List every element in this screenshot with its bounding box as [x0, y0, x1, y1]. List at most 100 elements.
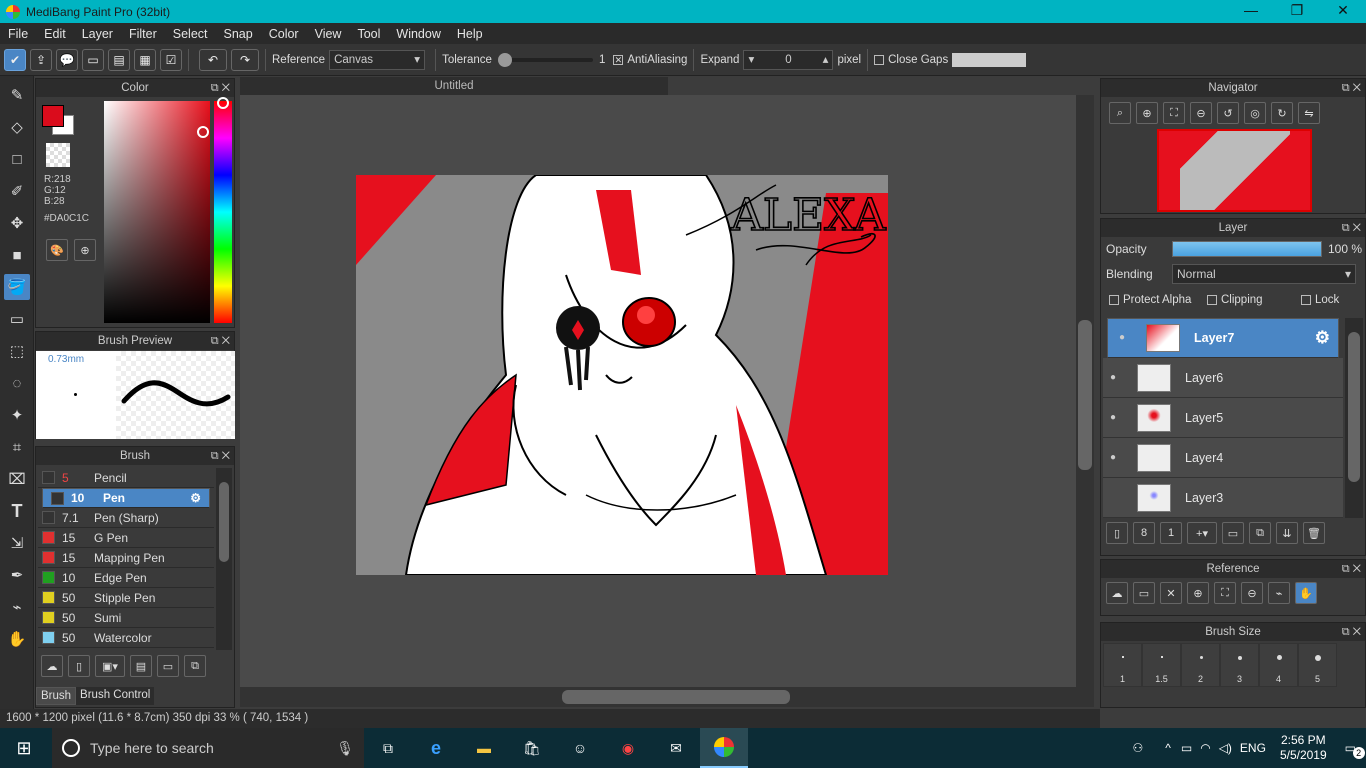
add-brush-icon[interactable]: ▣▾: [95, 655, 125, 677]
edge-icon[interactable]: e: [412, 738, 460, 759]
chrome-icon[interactable]: ◉: [604, 740, 652, 757]
chevron-up-icon[interactable]: ▴: [823, 51, 829, 69]
wifi-icon[interactable]: ◠: [1200, 741, 1210, 755]
language-indicator[interactable]: ENG: [1240, 741, 1266, 755]
menu-color[interactable]: Color: [261, 27, 307, 41]
new-brush-icon[interactable]: ▯: [68, 655, 90, 677]
detach-close-icon[interactable]: ⧉ ✕: [1342, 560, 1361, 578]
visibility-icon[interactable]: ●: [1103, 372, 1123, 383]
expand-spinner[interactable]: ▾ 0 ▴: [743, 49, 834, 70]
scroll-thumb[interactable]: [1078, 320, 1092, 470]
duplicate-icon[interactable]: ⧉: [184, 655, 206, 677]
lock-checkbox[interactable]: [1301, 295, 1311, 305]
close-button[interactable]: ✕: [1320, 0, 1366, 23]
new-8bit-layer-icon[interactable]: 8: [1133, 522, 1155, 544]
redo-icon[interactable]: ↷: [231, 48, 259, 71]
detach-close-icon[interactable]: ⧉ ✕: [1342, 79, 1361, 97]
fit-window-icon[interactable]: ⛶: [1163, 102, 1185, 124]
magic-wand-icon[interactable]: ✦: [4, 402, 30, 428]
menu-help[interactable]: Help: [449, 27, 491, 41]
close-gaps-slider[interactable]: [952, 52, 1027, 67]
folder-icon[interactable]: ▭: [157, 655, 179, 677]
rotate-left-icon[interactable]: ↺: [1217, 102, 1239, 124]
select-pen-icon[interactable]: ⌗: [4, 434, 30, 460]
foreground-color-swatch[interactable]: [42, 105, 64, 127]
edit-list-icon[interactable]: ☑: [160, 48, 182, 71]
comment-icon[interactable]: 💬: [56, 48, 78, 71]
brush-properties-icon[interactable]: ▤: [130, 655, 152, 677]
fill-rect-tool-icon[interactable]: ■: [4, 242, 30, 268]
medibang-taskbar-icon[interactable]: [700, 728, 748, 768]
pages-icon[interactable]: ▦: [134, 48, 156, 71]
operation-tool-icon[interactable]: ⇲: [4, 530, 30, 556]
cloud-brush-icon[interactable]: ☁: [41, 655, 63, 677]
layer-item[interactable]: ● Layer4: [1103, 438, 1343, 478]
close-gaps-checkbox[interactable]: [874, 54, 885, 65]
notifications-icon[interactable]: ▭ 2: [1345, 741, 1365, 759]
gear-icon[interactable]: ⚙: [190, 489, 201, 507]
file-explorer-icon[interactable]: ▬: [460, 740, 508, 756]
layer-item[interactable]: ● Layer7 ⚙: [1107, 318, 1339, 358]
zoom-out-icon[interactable]: ⊖: [1190, 102, 1212, 124]
canvas-horizontal-scrollbar[interactable]: [240, 687, 1094, 707]
saturation-value-picker[interactable]: [104, 101, 210, 323]
menu-file[interactable]: File: [0, 27, 36, 41]
duplicate-layer-icon[interactable]: ⧉: [1249, 522, 1271, 544]
brush-item-g-pen[interactable]: 15 G Pen: [38, 528, 214, 548]
folder-open-icon[interactable]: ▭: [1133, 582, 1155, 604]
brush-item-pen[interactable]: 10 Pen ⚙: [42, 488, 210, 508]
brush-tool-icon[interactable]: ✎: [4, 82, 30, 108]
text-tool-icon[interactable]: T: [4, 498, 30, 524]
chevron-down-icon[interactable]: ▾: [748, 51, 754, 69]
new-layer-icon[interactable]: ▯: [1106, 522, 1128, 544]
merge-layer-icon[interactable]: ⇊: [1276, 522, 1298, 544]
brush-size-cell[interactable]: 1.5: [1142, 643, 1181, 687]
divide-tool-icon[interactable]: ✒: [4, 562, 30, 588]
scroll-thumb[interactable]: [562, 690, 790, 704]
transparent-color-swatch[interactable]: [46, 143, 70, 167]
mail-icon[interactable]: ✉: [652, 740, 700, 757]
bucket-tool-icon[interactable]: 🪣: [4, 274, 30, 300]
document-tab[interactable]: Untitled: [240, 77, 668, 95]
brush-size-cell[interactable]: 3: [1220, 643, 1259, 687]
slider-knob[interactable]: [497, 52, 512, 67]
detach-close-icon[interactable]: ⧉ ✕: [1342, 623, 1361, 641]
people-icon[interactable]: ⚇: [1132, 741, 1143, 755]
layer-item[interactable]: Layer3: [1103, 478, 1343, 518]
menu-view[interactable]: View: [307, 27, 350, 41]
menu-filter[interactable]: Filter: [121, 27, 165, 41]
brush-item-sumi[interactable]: 50 Sumi: [38, 608, 214, 628]
zoom-out-icon[interactable]: ⊖: [1241, 582, 1263, 604]
tab-brush[interactable]: Brush: [36, 687, 77, 705]
brush-item-edge-pen[interactable]: 10 Edge Pen: [38, 568, 214, 588]
protect-alpha-checkbox[interactable]: [1109, 295, 1119, 305]
folder-icon[interactable]: ▭: [1222, 522, 1244, 544]
close-reference-icon[interactable]: ✕: [1160, 582, 1182, 604]
eraser-tool-icon[interactable]: ◇: [4, 114, 30, 140]
taskbar-search[interactable]: Type here to search 🎙: [52, 728, 364, 768]
gear-icon[interactable]: ⚙: [1315, 329, 1330, 347]
brush-size-cell[interactable]: 4: [1259, 643, 1298, 687]
brush-list-scrollbar[interactable]: [216, 468, 232, 650]
reset-view-icon[interactable]: ◎: [1244, 102, 1266, 124]
undo-icon[interactable]: ↶: [199, 48, 227, 71]
zoom-in-icon[interactable]: ⊕: [1136, 102, 1158, 124]
maximize-button[interactable]: ❐: [1274, 0, 1320, 23]
hand-tool-icon[interactable]: ✋: [4, 626, 30, 652]
scroll-thumb[interactable]: [1348, 332, 1360, 482]
visibility-icon[interactable]: ●: [1112, 329, 1132, 347]
brush-item-pencil[interactable]: 5 Pencil: [38, 468, 214, 488]
layer-list-scrollbar[interactable]: [1345, 318, 1363, 518]
eyedropper-icon[interactable]: ⌁: [4, 594, 30, 620]
brush-item-stipple-pen[interactable]: 50 Stipple Pen: [38, 588, 214, 608]
fit-icon[interactable]: ⛶: [1214, 582, 1236, 604]
tab-brush-control[interactable]: Brush Control: [76, 687, 155, 705]
brush-size-cell[interactable]: 2: [1181, 643, 1220, 687]
menu-snap[interactable]: Snap: [216, 27, 261, 41]
move-tool-icon[interactable]: ✥: [4, 210, 30, 236]
select-eraser-icon[interactable]: ⌧: [4, 466, 30, 492]
new-1bit-layer-icon[interactable]: 1: [1160, 522, 1182, 544]
detach-close-icon[interactable]: ⧉ ✕: [211, 447, 230, 465]
antialiasing-checkbox[interactable]: ✕: [613, 54, 624, 65]
share-icon[interactable]: ⇪: [30, 48, 52, 71]
